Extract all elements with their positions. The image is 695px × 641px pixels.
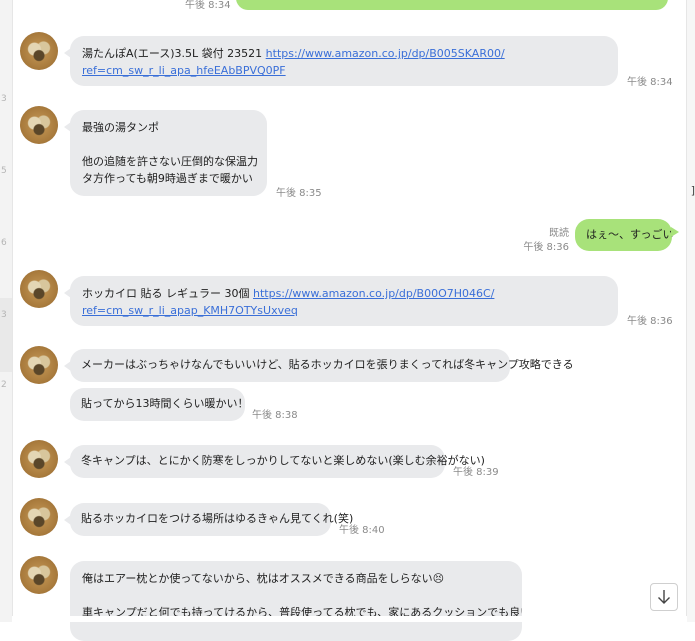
left-mark: 3 — [1, 94, 7, 104]
message-bubble: 俺はエアー枕とか使ってないから、枕はオススメできる商品をしらない😣 車キャンプだ… — [70, 561, 522, 641]
message-time: 午後 8:35 — [276, 188, 322, 199]
message-text: 冬キャンプは、とにかく防寒をしっかりしてないと楽しめない(楽しむ余裕がない) — [81, 454, 485, 467]
message-line: 俺はエアー枕とか使ってないから、枕はオススメできる商品をしらない😣 — [82, 570, 510, 587]
message-bubble: 冬キャンプは、とにかく防寒をしっかりしてないと楽しめない(楽しむ余裕がない) — [64, 445, 485, 478]
product-link[interactable]: https://www.amazon.co.jp/dp/B005SKAR00/ — [266, 47, 505, 60]
left-mark: 6 — [1, 238, 7, 248]
message-line: 最強の湯タンポ — [82, 121, 159, 134]
sender-avatar[interactable] — [20, 106, 58, 144]
scroll-to-bottom-button[interactable] — [650, 583, 678, 611]
message-bubble: メーカーはぶっちゃけなんでもいいけど、貼るホッカイロを張りまくってれば冬キャンプ… — [64, 349, 574, 382]
message-line: 他の追随を許さない圧倒的な保温力 — [82, 155, 258, 168]
message-bubble: 湯たんぽA(エース)3.5L 袋付 23521 https://www.amaz… — [64, 36, 618, 86]
message-bubble: 貼るホッカイロをつける場所はゆるきゃん見てくれ(笑) — [64, 503, 354, 536]
read-receipt: 既読 — [549, 228, 569, 239]
message-line: 湯たんぽA(エース)3.5L 袋付 23521 https://www.amaz… — [82, 45, 606, 62]
sender-avatar[interactable] — [20, 440, 58, 478]
message-line: ref=cm_sw_r_li_apa_hfeEAbBPVQ0PF — [82, 62, 606, 79]
left-mark: 2 — [1, 380, 7, 390]
arrow-down-icon — [658, 590, 670, 604]
left-mark: 5 — [1, 166, 7, 176]
message-time: 午後 8:40 — [339, 525, 385, 536]
outgoing-message-bubble: はぇ〜、すっごい — [575, 219, 679, 251]
message-line: ホッカイロ 貼る レギュラー 30個 https://www.amazon.co… — [82, 285, 606, 302]
outgoing-message-bubble-partial — [236, 0, 668, 10]
message-text: 貼るホッカイロをつける場所はゆるきゃん見てくれ(笑) — [81, 512, 354, 525]
message-bubble: ホッカイロ 貼る レギュラー 30個 https://www.amazon.co… — [64, 276, 618, 326]
message-line: ref=cm_sw_r_li_apap_KMH7OTYsUxveq — [82, 302, 606, 319]
left-panel-edge: 3 5 6 3 2 — [0, 0, 13, 622]
message-text: はぇ〜、すっごい — [586, 228, 674, 241]
product-link-continued[interactable]: ref=cm_sw_r_li_apap_KMH7OTYsUxveq — [82, 304, 298, 317]
right-panel-edge — [686, 0, 695, 622]
sender-avatar[interactable] — [20, 346, 58, 384]
message-text: 湯たんぽA(エース)3.5L 袋付 23521 — [82, 47, 266, 60]
message-time: 午後 8:38 — [252, 410, 298, 421]
message-time: 午後 8:36 — [627, 316, 673, 327]
product-link[interactable]: https://www.amazon.co.jp/dp/B00O7H046C/ — [253, 287, 494, 300]
message-bubble: 最強の湯タンポ 他の追随を許さない圧倒的な保温力 タ方作っても朝9時過ぎまで暖か… — [64, 110, 267, 196]
persevering-face-emoji-icon: 😣 — [432, 572, 445, 585]
message-text: メーカーはぶっちゃけなんでもいいけど、貼るホッカイロを張りまくってれば冬キャンプ… — [81, 358, 574, 371]
sender-avatar[interactable] — [20, 556, 58, 594]
message-bubble: 貼ってから13時間くらい暖かい！ — [70, 388, 249, 421]
message-text: 貼ってから13時間くらい暖かい！ — [81, 397, 249, 410]
message-time: 午後 8:39 — [453, 467, 499, 478]
sender-avatar[interactable] — [20, 498, 58, 536]
message-time: 午後 8:34 — [185, 0, 231, 11]
message-time: 午後 8:36 — [523, 242, 569, 253]
message-text: ホッカイロ 貼る レギュラー 30個 — [82, 287, 253, 300]
chat-bottom-edge — [12, 616, 687, 622]
sender-avatar[interactable] — [20, 32, 58, 70]
message-line: タ方作っても朝9時過ぎまで暖かい — [82, 172, 253, 185]
message-time: 午後 8:34 — [627, 77, 673, 88]
product-link-continued[interactable]: ref=cm_sw_r_li_apa_hfeEAbBPVQ0PF — [82, 64, 286, 77]
message-text: 俺はエアー枕とか使ってないから、枕はオススメできる商品をしらない — [82, 572, 433, 585]
sender-avatar[interactable] — [20, 270, 58, 308]
left-mark: 3 — [1, 310, 7, 320]
right-edge-glyph: ] — [690, 184, 695, 197]
